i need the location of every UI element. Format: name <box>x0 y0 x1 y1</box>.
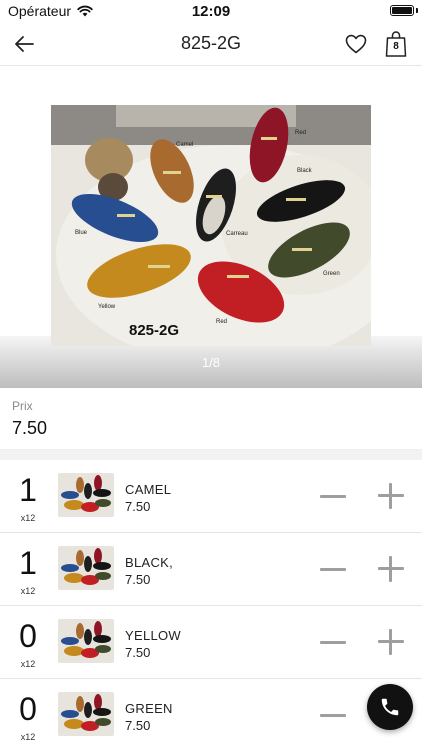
price-value: 7.50 <box>12 418 48 438</box>
price-label: Prix <box>12 399 33 413</box>
variant-row-black: 1 x12 BLACK, 7.50 <box>0 533 422 606</box>
phone-icon <box>381 698 399 716</box>
increase-quantity-button[interactable] <box>376 481 406 511</box>
variant-price: 7.50 <box>125 718 151 733</box>
increase-quantity-button[interactable] <box>376 554 406 584</box>
photo-label-red-top: Red <box>295 130 306 136</box>
variant-list: 1 x12 CAMEL 7.50 1 x12 BLACK, 7.50 0 x12… <box>0 460 422 750</box>
photo-label-black: Black <box>297 168 313 174</box>
photo-label-camel: Camel <box>176 142 193 148</box>
battery-icon <box>390 5 414 16</box>
price-section: Prix 7.50 <box>0 388 422 450</box>
variant-thumbnail <box>58 692 114 736</box>
status-bar: Opérateur 12:09 <box>0 0 422 22</box>
variant-thumbnail <box>58 619 114 663</box>
decrease-quantity-button[interactable] <box>318 704 348 728</box>
quantity-unit: x12 <box>20 586 36 596</box>
variant-name: BLACK, <box>125 555 174 570</box>
variant-thumbnail <box>58 473 114 517</box>
variant-thumbnail <box>58 546 114 590</box>
variant-row-camel: 1 x12 CAMEL 7.50 <box>0 460 422 533</box>
quantity-value: 1 <box>19 472 37 508</box>
gallery-pager: 1/8 <box>201 355 221 370</box>
quantity-value: 1 <box>19 545 37 581</box>
battery-tip <box>416 8 418 13</box>
quantity-value: 0 <box>19 618 37 654</box>
photo-label-red-bottom: Red <box>216 319 227 325</box>
decrease-quantity-button[interactable] <box>318 485 348 509</box>
decrease-quantity-button[interactable] <box>318 631 348 655</box>
photo-label-green: Green <box>323 271 340 277</box>
variant-price: 7.50 <box>125 645 151 660</box>
quantity-value: 0 <box>19 691 37 727</box>
photo-label-yellow: Yellow <box>98 304 116 310</box>
variant-row-yellow: 0 x12 YELLOW 7.50 <box>0 606 422 679</box>
variant-name: CAMEL <box>125 482 172 497</box>
variant-price: 7.50 <box>125 572 151 587</box>
photo-caption: 825-2G <box>129 322 179 339</box>
heart-icon[interactable] <box>344 32 368 56</box>
photo-label-carreau: Carreau <box>226 231 248 237</box>
product-gallery[interactable]: Camel Blue Red Black Carreau Green Yello… <box>0 66 422 388</box>
decrease-quantity-button[interactable] <box>318 558 348 582</box>
variant-name: GREEN <box>125 701 173 716</box>
status-time: 12:09 <box>191 3 231 20</box>
call-button[interactable] <box>367 684 413 730</box>
cart-count-badge: 8 <box>393 41 399 52</box>
nav-bar: 825-2G 8 <box>0 22 422 66</box>
product-photo[interactable]: Camel Blue Red Black Carreau Green Yello… <box>51 105 371 346</box>
quantity-unit: x12 <box>20 732 36 742</box>
section-divider <box>0 450 422 460</box>
increase-quantity-button[interactable] <box>376 627 406 657</box>
cart-button[interactable]: 8 <box>384 30 408 58</box>
variant-name: YELLOW <box>125 628 181 643</box>
variant-price: 7.50 <box>125 499 151 514</box>
quantity-unit: x12 <box>20 513 36 523</box>
photo-label-blue: Blue <box>75 230 88 236</box>
quantity-unit: x12 <box>20 659 36 669</box>
variant-row-green: 0 x12 GREEN 7.50 <box>0 679 422 750</box>
